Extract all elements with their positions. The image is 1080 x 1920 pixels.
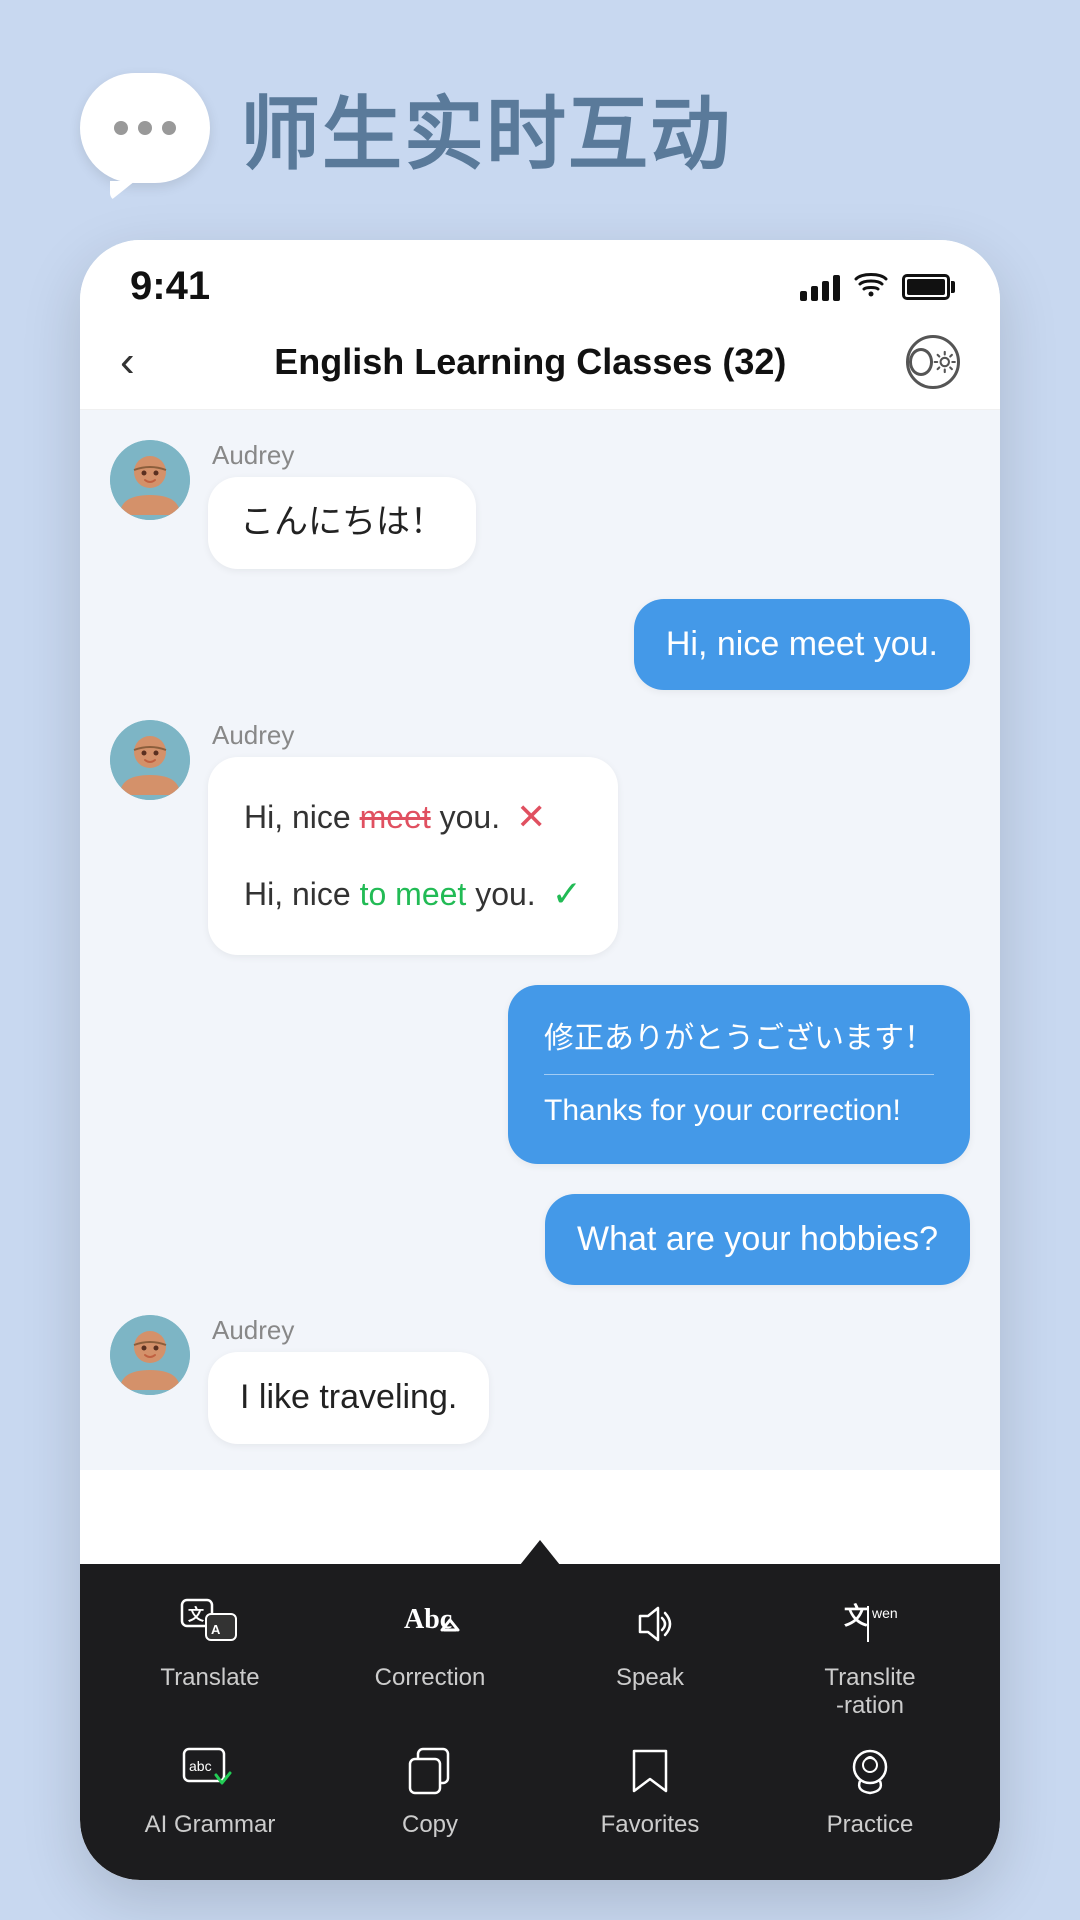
signal-bars-icon bbox=[800, 273, 840, 301]
back-button[interactable]: ‹ bbox=[120, 337, 135, 387]
thankyou-bubble: 修正ありがとうございます！ Thanks for your correction… bbox=[508, 985, 970, 1164]
check-mark-icon: ✓ bbox=[552, 862, 582, 927]
svg-text:A: A bbox=[211, 1622, 221, 1637]
translate-icon: 文 A bbox=[175, 1594, 245, 1654]
correction-icon: Abc bbox=[395, 1594, 465, 1654]
msg-content: Audrey I like traveling. bbox=[208, 1315, 489, 1444]
wifi-icon bbox=[854, 269, 888, 304]
toolbar-row-2: abc AI Grammar Copy bbox=[80, 1731, 1000, 1850]
practice-icon bbox=[835, 1741, 905, 1801]
correction-bubble: Hi, nice meet you. ✕ Hi, nice to meet yo… bbox=[208, 757, 618, 955]
toolbar-pointer bbox=[520, 1540, 560, 1565]
translate-tool[interactable]: 文 A Translate bbox=[130, 1594, 290, 1722]
thankyou-line1: 修正ありがとうございます！ bbox=[544, 1013, 934, 1064]
speak-label: Speak bbox=[616, 1664, 684, 1693]
message-row: Audrey Hi, nice meet you. ✕ Hi, nice to … bbox=[110, 720, 970, 955]
settings-icon[interactable] bbox=[906, 335, 960, 389]
transliteration-label: Translite -ration bbox=[824, 1664, 915, 1722]
avatar bbox=[110, 720, 190, 800]
message-row: Audrey こんにちは！ bbox=[110, 440, 970, 569]
strikethrough-word: meet bbox=[360, 799, 431, 835]
chat-bubble-icon bbox=[80, 73, 210, 183]
translate-label: Translate bbox=[160, 1664, 259, 1693]
speak-icon bbox=[615, 1594, 685, 1654]
status-icons bbox=[800, 269, 950, 304]
wrong-text: Hi, nice meet you. bbox=[244, 789, 500, 847]
practice-tool[interactable]: Practice bbox=[790, 1741, 950, 1840]
message-row: Hi, nice meet you. bbox=[110, 599, 970, 691]
bubble-text: こんにちは！ bbox=[240, 503, 444, 541]
correction-tool[interactable]: Abc Correction bbox=[350, 1594, 510, 1722]
chat-area: Audrey こんにちは！ Hi, nice meet you. bbox=[80, 410, 1000, 1470]
msg-content: Audrey こんにちは！ bbox=[208, 440, 476, 569]
bubble-text: Hi, nice meet you. bbox=[666, 625, 938, 663]
msg-content: 修正ありがとうございます！ Thanks for your correction… bbox=[508, 985, 970, 1164]
favorites-tool[interactable]: Favorites bbox=[570, 1741, 730, 1840]
msg-sender: Audrey bbox=[212, 720, 618, 751]
toolbar-row-1: 文 A Translate Abc Correction bbox=[80, 1584, 1000, 1732]
chat-bubble: What are your hobbies? bbox=[545, 1194, 970, 1286]
practice-label: Practice bbox=[827, 1811, 914, 1840]
message-row: 修正ありがとうございます！ Thanks for your correction… bbox=[110, 985, 970, 1164]
correct-text: Hi, nice to meet you. bbox=[244, 866, 536, 924]
avatar bbox=[110, 440, 190, 520]
msg-sender: Audrey bbox=[212, 1315, 489, 1346]
status-time: 9:41 bbox=[130, 264, 210, 309]
chat-bubble: Hi, nice meet you. bbox=[634, 599, 970, 691]
svg-text:abc: abc bbox=[189, 1758, 212, 1774]
message-row: Audrey I like traveling. bbox=[110, 1315, 970, 1444]
correct-word: to meet bbox=[360, 876, 467, 912]
favorites-icon bbox=[615, 1741, 685, 1801]
bottom-toolbar: 文 A Translate Abc Correction bbox=[80, 1564, 1000, 1880]
transliteration-tool[interactable]: 文 wen Translite -ration bbox=[790, 1594, 950, 1722]
msg-content: What are your hobbies? bbox=[545, 1194, 970, 1286]
bubble-text: I like traveling. bbox=[240, 1378, 457, 1416]
dot3 bbox=[162, 121, 176, 135]
ai-grammar-label: AI Grammar bbox=[145, 1811, 276, 1840]
chat-bubble: I like traveling. bbox=[208, 1352, 489, 1444]
status-bar: 9:41 bbox=[80, 240, 1000, 319]
avatar bbox=[110, 1315, 190, 1395]
chat-bubble-dots bbox=[114, 121, 176, 135]
msg-content: Audrey Hi, nice meet you. ✕ Hi, nice to … bbox=[208, 720, 618, 955]
speak-tool[interactable]: Speak bbox=[570, 1594, 730, 1722]
chat-bubble: こんにちは！ bbox=[208, 477, 476, 569]
message-row: What are your hobbies? bbox=[110, 1194, 970, 1286]
favorites-label: Favorites bbox=[601, 1811, 700, 1840]
msg-content: Hi, nice meet you. bbox=[634, 599, 970, 691]
header-area: 师生实时互动 bbox=[0, 0, 1080, 226]
copy-icon bbox=[395, 1741, 465, 1801]
thankyou-line2: Thanks for your correction! bbox=[544, 1085, 934, 1136]
copy-tool[interactable]: Copy bbox=[350, 1741, 510, 1840]
svg-text:wen: wen bbox=[871, 1605, 898, 1621]
bubble-text: What are your hobbies? bbox=[577, 1220, 938, 1258]
nav-title: English Learning Classes (32) bbox=[155, 341, 906, 383]
dot1 bbox=[114, 121, 128, 135]
correction-label: Correction bbox=[375, 1664, 486, 1693]
x-mark-icon: ✕ bbox=[516, 785, 546, 850]
copy-label: Copy bbox=[402, 1811, 458, 1840]
dot2 bbox=[138, 121, 152, 135]
phone-frame: 9:41 ‹ English Learning bbox=[80, 240, 1000, 1880]
svg-text:文: 文 bbox=[844, 1602, 869, 1630]
header-title: 师生实时互动 bbox=[240, 70, 732, 186]
divider bbox=[544, 1074, 934, 1075]
correction-correct-line: Hi, nice to meet you. ✓ bbox=[244, 862, 582, 927]
msg-sender: Audrey bbox=[212, 440, 476, 471]
svg-text:文: 文 bbox=[188, 1605, 205, 1624]
ai-grammar-icon: abc bbox=[175, 1741, 245, 1801]
correction-wrong-line: Hi, nice meet you. ✕ bbox=[244, 785, 582, 850]
ai-grammar-tool[interactable]: abc AI Grammar bbox=[130, 1741, 290, 1840]
battery-icon bbox=[902, 274, 950, 300]
nav-bar: ‹ English Learning Classes (32) bbox=[80, 319, 1000, 410]
transliteration-icon: 文 wen bbox=[835, 1594, 905, 1654]
